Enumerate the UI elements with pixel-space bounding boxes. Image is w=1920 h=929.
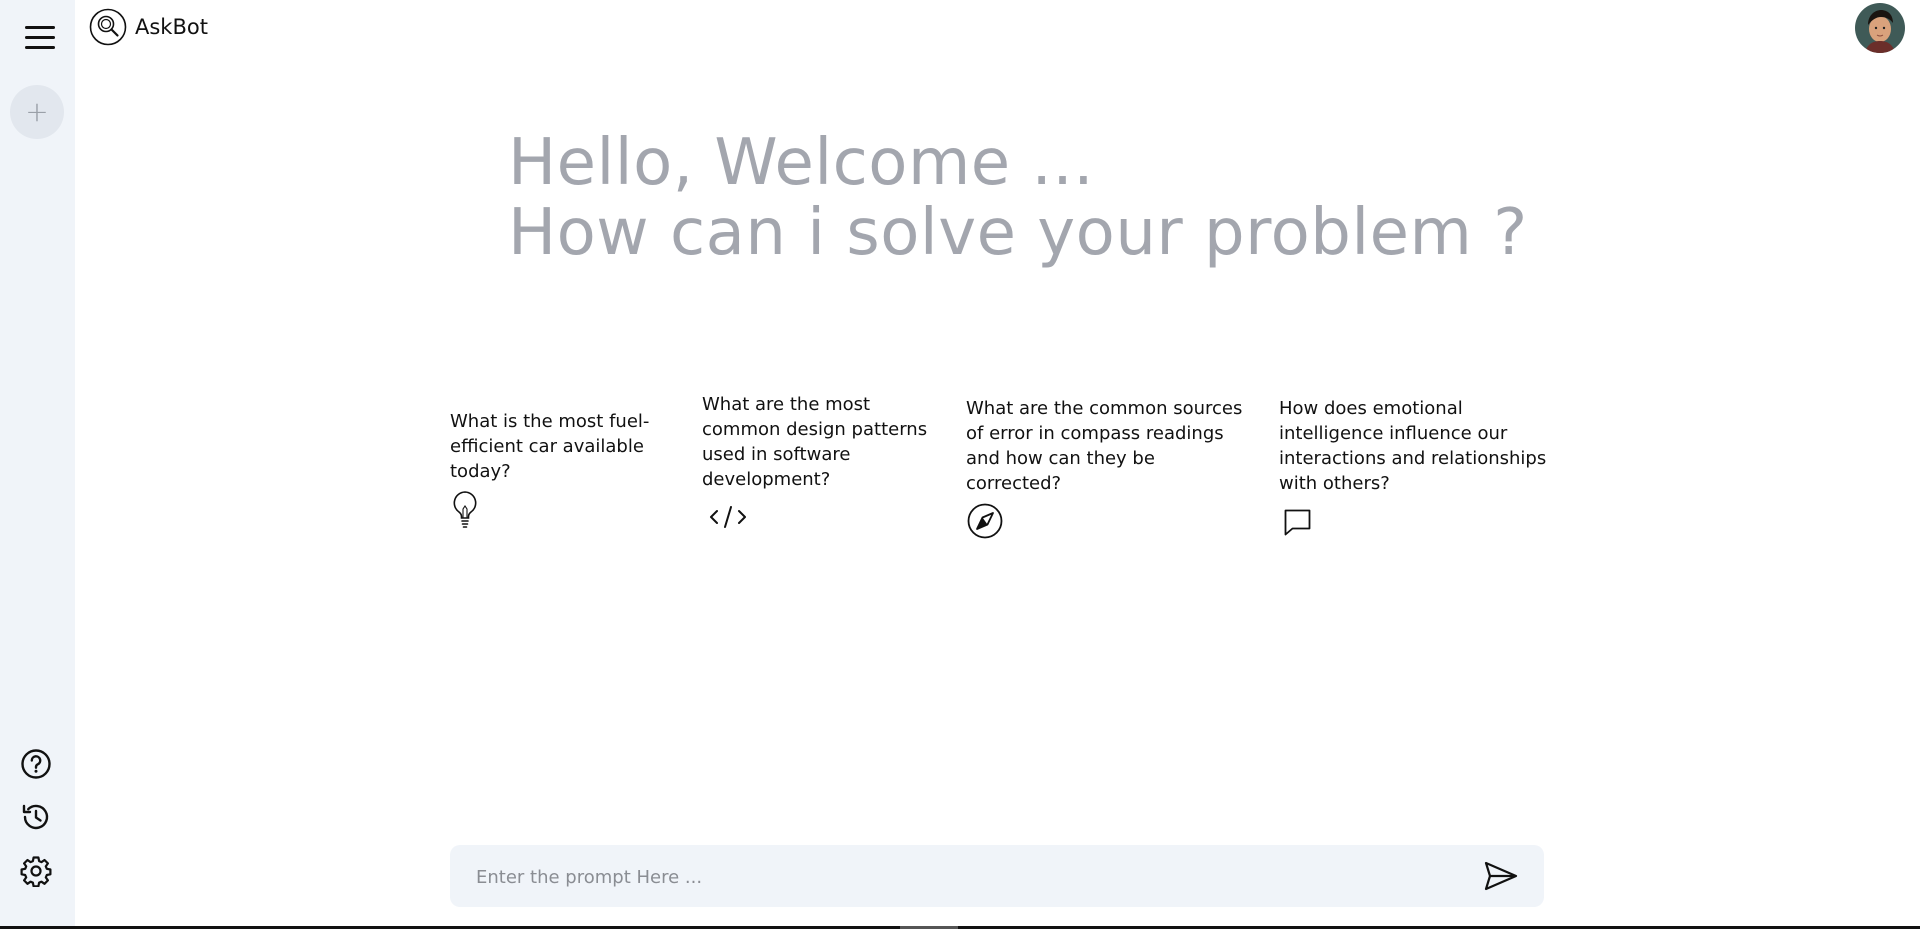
chat-icon xyxy=(1284,509,1311,536)
send-icon[interactable] xyxy=(1484,861,1518,891)
prompt-input[interactable] xyxy=(474,845,1438,909)
card-text: What are the most common design patterns… xyxy=(702,394,928,490)
suggestion-card-1[interactable]: What is the most fuel-efficient car avai… xyxy=(450,409,655,528)
hamburger-icon-bar xyxy=(25,36,55,39)
suggestion-card-2[interactable]: What are the most common design patterns… xyxy=(702,392,937,532)
hamburger-icon xyxy=(25,26,55,29)
hamburger-icon-bar xyxy=(25,46,55,49)
app-logo: AskBot xyxy=(89,8,208,46)
greeting-line-2: How can i solve your problem ? xyxy=(508,196,1528,270)
app-title: AskBot xyxy=(135,15,208,39)
card-text: What is the most fuel-efficient car avai… xyxy=(450,411,650,482)
greeting-line-1: Hello, Welcome ... xyxy=(508,126,1095,200)
compass-icon xyxy=(967,503,1003,539)
avatar-image xyxy=(1855,3,1905,53)
menu-button[interactable] xyxy=(25,26,57,54)
sidebar: + xyxy=(0,0,75,929)
prompt-bar xyxy=(450,845,1544,909)
card-text: How does emotional intelligence influenc… xyxy=(1279,398,1547,494)
settings-icon[interactable] xyxy=(20,855,52,887)
lightbulb-icon xyxy=(453,491,477,528)
card-text: What are the common sources of error in … xyxy=(966,398,1243,494)
search-logo-icon xyxy=(89,8,127,46)
greeting-heading: Hello, Welcome ... How can i solve your … xyxy=(508,128,1528,268)
suggestion-card-3[interactable]: What are the common sources of error in … xyxy=(966,396,1246,540)
suggestion-card-4[interactable]: How does emotional intelligence influenc… xyxy=(1279,396,1551,538)
code-icon xyxy=(710,506,746,528)
new-chat-button[interactable]: + xyxy=(10,85,64,139)
help-icon[interactable] xyxy=(20,748,52,780)
history-icon[interactable] xyxy=(20,801,52,833)
user-avatar[interactable] xyxy=(1855,3,1905,53)
